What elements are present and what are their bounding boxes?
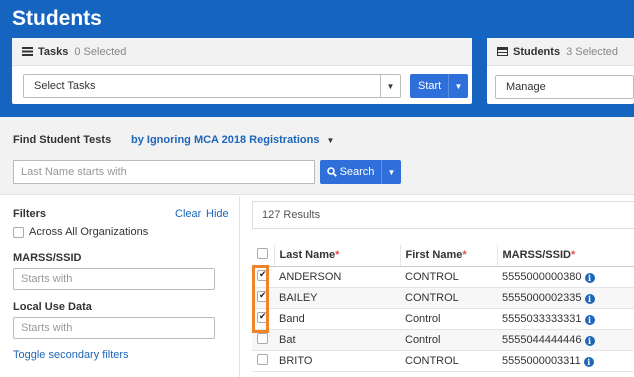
tasks-selected-count: 0 Selected	[74, 45, 127, 58]
panel-pointer	[471, 107, 493, 117]
filters-title: Filters	[13, 208, 47, 220]
row-checkbox[interactable]	[257, 290, 268, 302]
students-table: Last Name* First Name* MARSS/SSID* ANDER…	[252, 245, 634, 372]
first-name-cell: CONTROL	[400, 266, 497, 288]
chevron-down-icon: ▼	[380, 75, 400, 97]
caret-down-icon: ▼	[326, 136, 335, 145]
start-button-label[interactable]: Start	[410, 74, 448, 98]
manage-dropdown[interactable]: Manage	[495, 75, 634, 99]
marss-ssid-cell: 5555044444446 i	[497, 329, 634, 351]
marss-ssid-cell: 5555000002335 i	[497, 287, 634, 309]
row-checkbox[interactable]	[257, 269, 268, 281]
row-checkbox[interactable]	[257, 353, 268, 365]
select-tasks-value: Select Tasks	[34, 80, 96, 92]
start-button[interactable]: Start ▼	[410, 74, 468, 98]
marss-filter-input[interactable]: Starts with	[13, 268, 215, 290]
ssid-value: 5555044444446	[502, 333, 582, 346]
last-name-cell: ANDERSON	[274, 266, 400, 288]
app-header: Students Tasks 0 Selected Select Tasks ▼…	[0, 0, 634, 117]
row-select-cell[interactable]	[252, 350, 274, 372]
tasks-panel: Tasks 0 Selected Select Tasks ▼ Start ▼	[12, 38, 472, 104]
students-panel-title: Students	[513, 45, 561, 58]
table-row[interactable]: ANDERSONCONTROL5555000000380i	[252, 266, 634, 288]
local-use-data-label: Local Use Data	[13, 301, 92, 313]
local-use-data-input[interactable]: Starts with	[13, 317, 215, 339]
clear-filters-link[interactable]: Clear	[175, 208, 201, 220]
table-row[interactable]: BandControl5555033333331i	[252, 308, 634, 330]
row-select-cell[interactable]	[252, 287, 274, 309]
marss-filter-label: MARSS/SSID	[13, 252, 82, 264]
students-selected-count: 3 Selected	[566, 45, 619, 58]
row-select-cell[interactable]	[252, 266, 274, 288]
row-select-cell[interactable]	[252, 329, 274, 351]
select-all-checkbox[interactable]	[257, 248, 268, 260]
info-icon[interactable]: i	[584, 293, 595, 304]
list-icon	[22, 47, 33, 56]
find-student-tests-bar: Find Student Tests by Ignoring MCA 2018 …	[0, 117, 634, 195]
registration-filter-dropdown[interactable]: by Ignoring MCA 2018 Registrations ▼	[131, 134, 334, 146]
registration-filter-label: by Ignoring MCA 2018 Registrations	[131, 134, 320, 146]
marss-ssid-cell: 5555000003311 i	[497, 350, 634, 372]
column-header-last-name[interactable]: Last Name*	[273, 245, 400, 267]
row-select-cell[interactable]	[252, 308, 274, 330]
tasks-panel-title: Tasks	[38, 45, 69, 58]
last-name-cell: BRITO	[274, 350, 400, 372]
first-name-cell: Control	[400, 308, 497, 330]
table-header-row: Last Name* First Name* MARSS/SSID*	[252, 245, 634, 267]
first-name-cell: CONTROL	[400, 287, 497, 309]
select-all-cell[interactable]	[252, 245, 274, 267]
row-checkbox[interactable]	[257, 311, 268, 323]
manage-dropdown-value: Manage	[506, 81, 546, 93]
results-count: 127 Results	[252, 201, 634, 229]
ssid-value: 5555000000380	[502, 270, 582, 283]
last-name-cell: BAILEY	[274, 287, 400, 309]
ssid-value: 5555000002335	[502, 291, 582, 304]
marss-ssid-cell: 5555033333331 i	[497, 308, 634, 330]
first-name-cell: CONTROL	[400, 350, 497, 372]
search-dropdown-toggle[interactable]: ▼	[381, 160, 401, 184]
ssid-value: 5555000003311	[502, 354, 581, 367]
last-name-cell: Band	[274, 308, 400, 330]
hide-filters-link[interactable]: Hide	[206, 208, 229, 220]
first-name-cell: Control	[400, 329, 497, 351]
search-button-main[interactable]: Search	[320, 160, 381, 184]
table-row[interactable]: BRITO CONTROL 5555000003311 i	[252, 350, 634, 372]
start-dropdown-toggle[interactable]: ▼	[448, 74, 468, 98]
row-checkbox[interactable]	[257, 332, 268, 344]
find-title: Find Student Tests	[13, 134, 112, 146]
last-name-search-input[interactable]: Last Name starts with	[13, 160, 315, 184]
column-header-first-name[interactable]: First Name*	[399, 245, 497, 267]
marss-ssid-cell: 5555000000380 i	[497, 266, 634, 288]
across-all-orgs-checkbox[interactable]	[13, 226, 24, 238]
toggle-secondary-filters-link[interactable]: Toggle secondary filters	[13, 349, 129, 361]
info-icon[interactable]: i	[584, 314, 595, 325]
column-header-marss-ssid[interactable]: MARSS/SSID*	[496, 245, 634, 267]
table-row[interactable]: Bat Control 5555044444446 i	[252, 329, 634, 351]
info-icon[interactable]: i	[583, 356, 594, 367]
info-icon[interactable]: i	[584, 272, 595, 283]
across-all-orgs-option[interactable]: Across All Organizations	[13, 226, 148, 238]
ssid-value: 5555033333331	[502, 312, 582, 325]
last-name-cell: Bat	[274, 329, 400, 351]
table-icon	[497, 47, 508, 56]
search-button[interactable]: Search ▼	[320, 160, 401, 184]
students-panel: Students 3 Selected Manage	[487, 38, 634, 104]
search-button-label: Search	[339, 166, 375, 178]
students-panel-header: Students 3 Selected	[487, 38, 634, 66]
table-row[interactable]: BAILEYCONTROL5555000002335i	[252, 287, 634, 309]
across-all-orgs-label: Across All Organizations	[29, 226, 149, 238]
filters-sidebar: Filters Clear Hide Across All Organizati…	[0, 196, 240, 377]
page-title: Students	[12, 7, 102, 30]
tasks-panel-header: Tasks 0 Selected	[12, 38, 472, 66]
select-tasks-dropdown[interactable]: Select Tasks ▼	[23, 74, 401, 98]
search-icon	[326, 167, 337, 177]
info-icon[interactable]: i	[584, 335, 595, 346]
